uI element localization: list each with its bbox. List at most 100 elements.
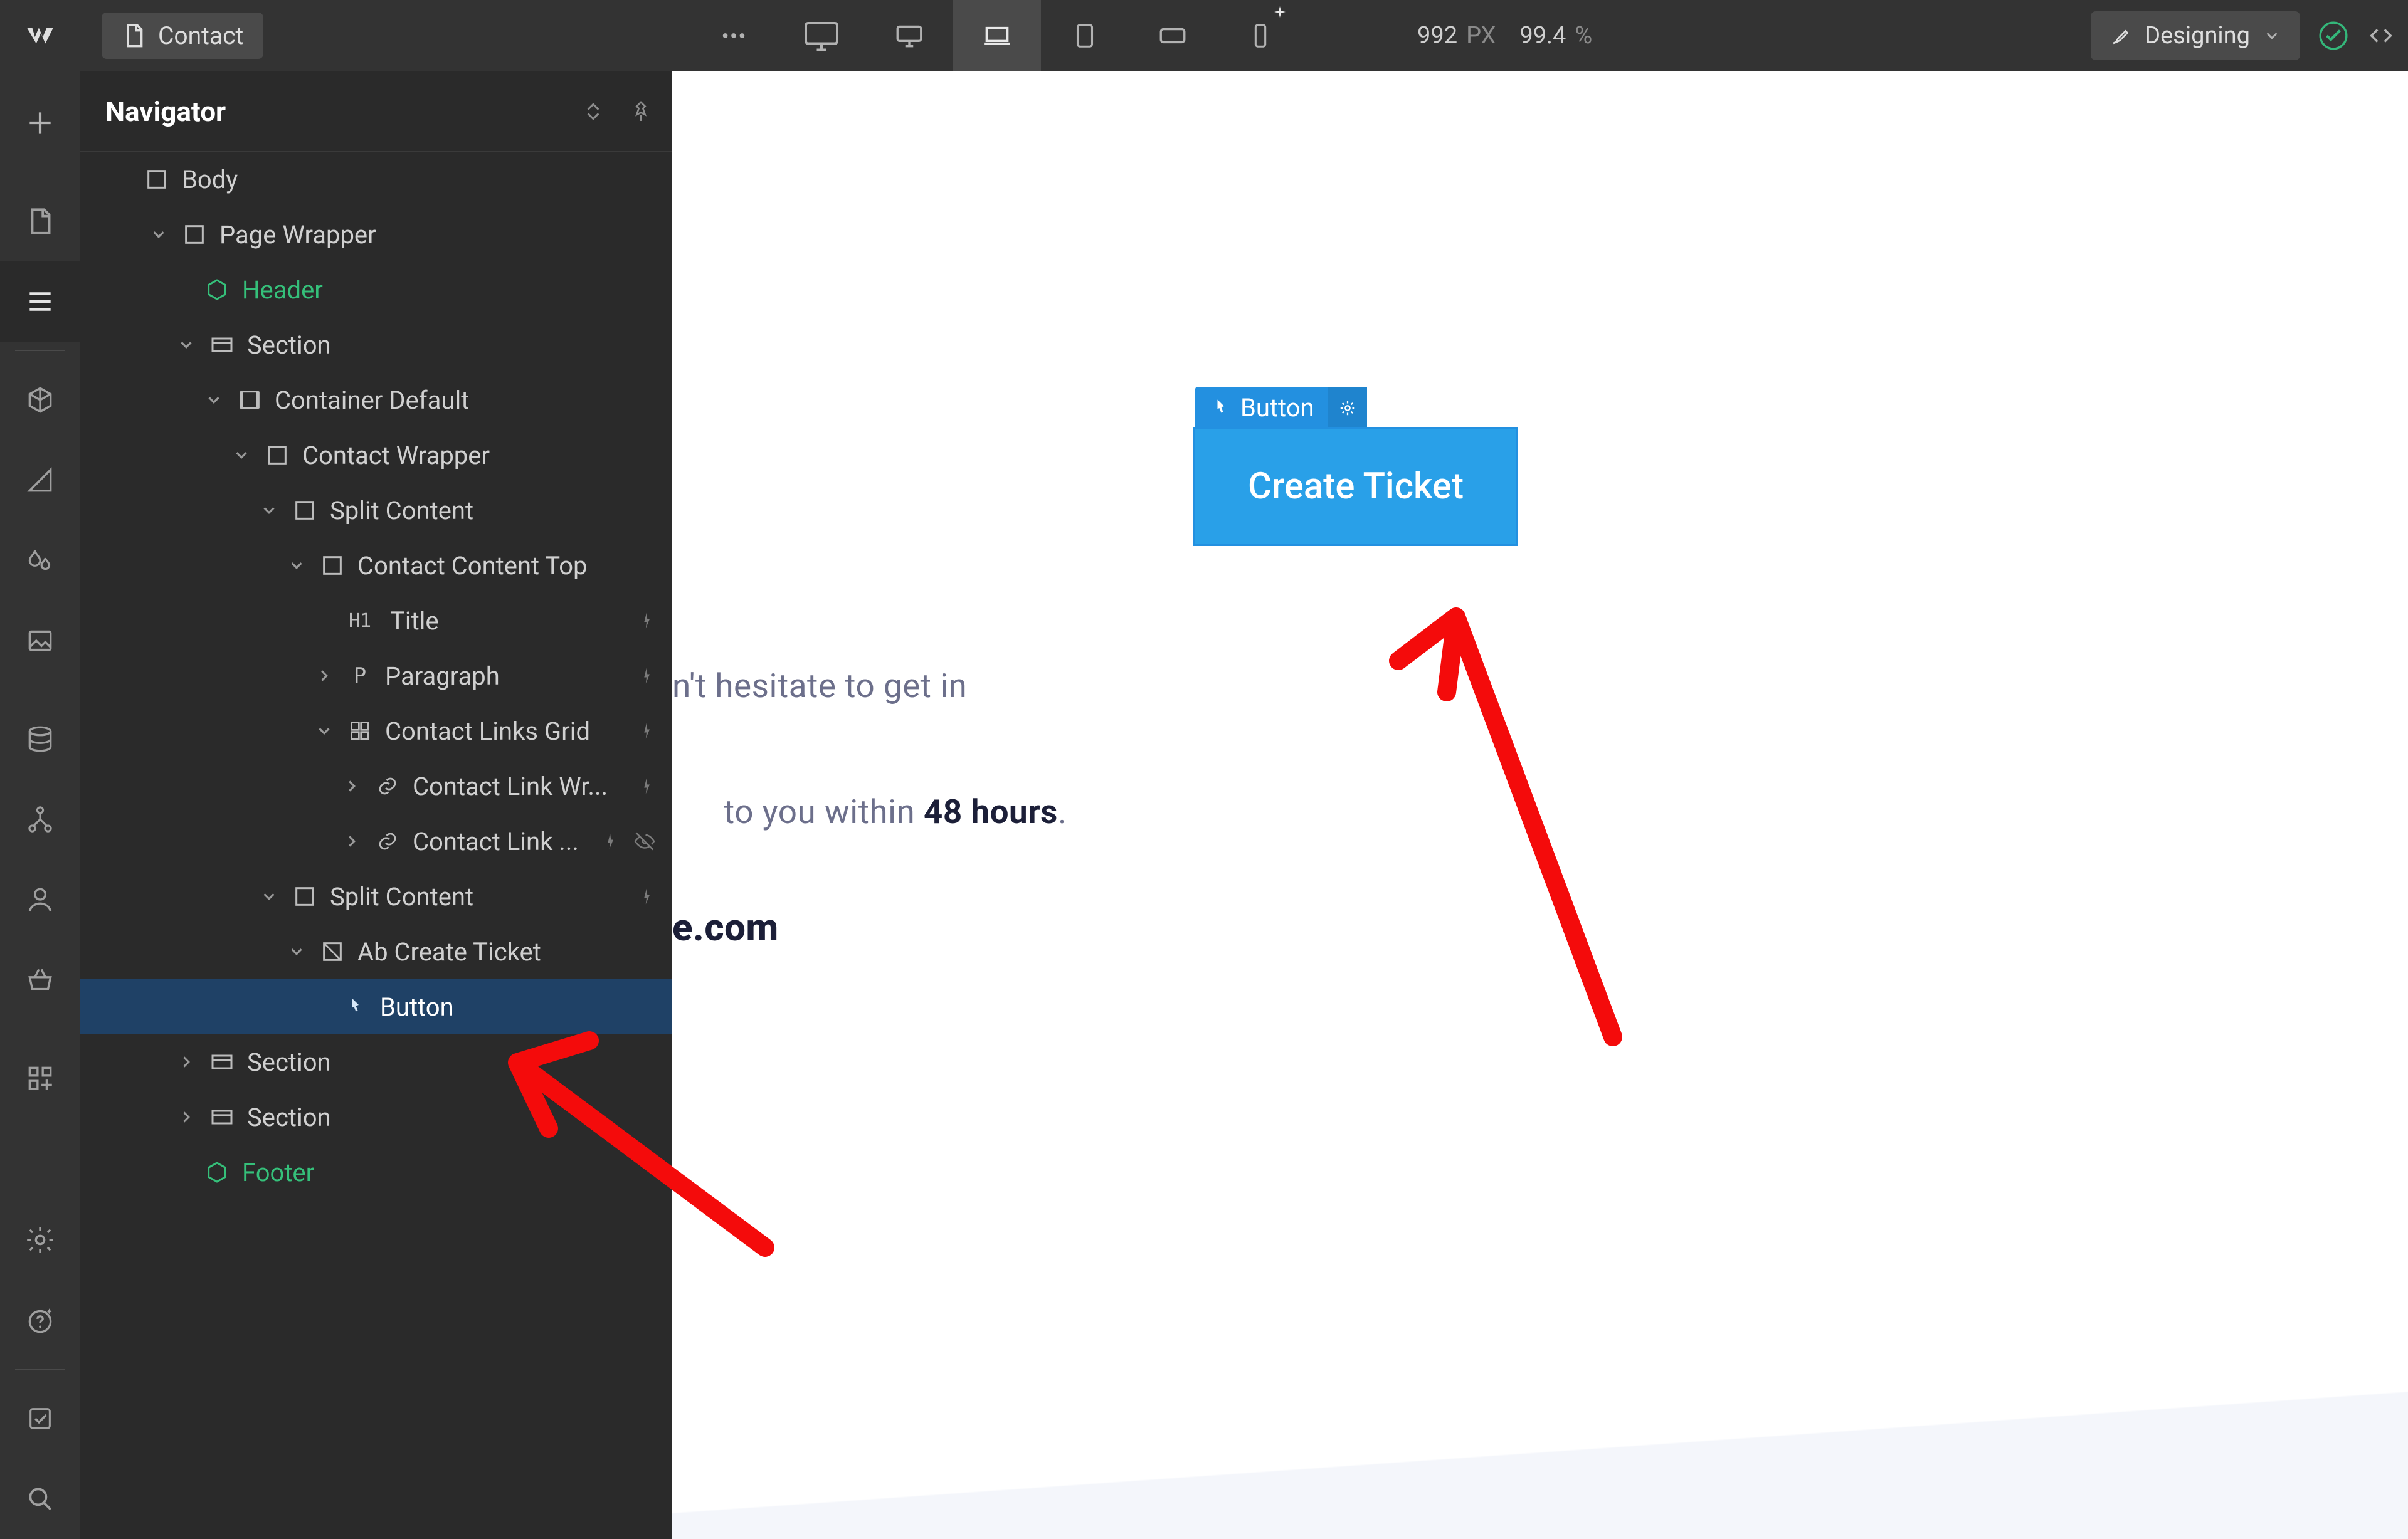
more-options-button[interactable] [690,0,778,71]
tree-row-section-3[interactable]: Section [80,1090,672,1145]
app-logo[interactable] [0,0,80,71]
expand-toggle[interactable] [176,1053,197,1071]
expand-toggle[interactable] [341,832,362,851]
hidden-icon [633,830,656,853]
contact-paragraph: n't hesitate to get in to you within 48 … [672,654,1067,907]
help-button[interactable] [0,1280,80,1360]
breakpoint-tablet-button[interactable] [953,0,1041,71]
expand-toggle[interactable] [176,335,197,354]
users-button[interactable] [0,859,80,940]
chevron-down-icon [260,501,278,520]
create-ticket-button[interactable]: Create Ticket [1195,429,1516,544]
phone-landscape-icon [1157,20,1188,51]
breakpoint-desktop-button[interactable] [865,0,953,71]
tree-row-contact-content-top[interactable]: Contact Content Top [80,538,672,593]
tree-row-footer-component[interactable]: Footer [80,1145,672,1200]
triangle-ruler-icon [24,465,56,496]
expand-toggle[interactable] [286,556,307,575]
expand-toggle[interactable] [286,942,307,961]
tree-label: Contact Content Top [357,551,587,580]
page-name: Contact [158,21,243,50]
apps-button[interactable] [0,1038,80,1118]
tree-row-split-content-1[interactable]: Split Content [80,483,672,538]
expand-toggle[interactable] [314,666,335,685]
ecommerce-button[interactable] [0,940,80,1020]
tree-label: Body [182,165,238,194]
pin-icon[interactable] [628,99,653,124]
expand-toggle[interactable] [258,887,280,906]
style-manager-button[interactable] [0,520,80,601]
collapse-all-icon[interactable] [581,99,606,124]
breakpoint-landscape-button[interactable] [1129,0,1217,71]
tree-row-paragraph[interactable]: P Paragraph [80,648,672,703]
expand-toggle[interactable] [314,722,335,740]
selection-settings-button[interactable] [1328,387,1367,429]
chevron-down-icon [315,722,334,740]
components-button[interactable] [0,360,80,440]
div-icon [291,498,319,523]
tree-row-ab-create-ticket[interactable]: Ab Create Ticket [80,924,672,979]
variables-button[interactable] [0,440,80,520]
mode-switch-button[interactable]: Designing [2091,11,2300,60]
interaction-icon [601,832,620,851]
logic-button[interactable] [0,779,80,859]
navigator-panel: Navigator Body Page Wrapper Header Secti… [80,71,672,1539]
expand-toggle[interactable] [341,777,362,796]
assets-button[interactable] [0,601,80,681]
interaction-icon [637,722,656,740]
phone-icon [1246,21,1275,50]
pointer-icon [1209,397,1232,419]
breakpoint-phone-button[interactable] [1217,0,1304,71]
tree-row-contact-link-wrapper-2[interactable]: Contact Link ... [80,814,672,869]
div-icon [263,443,291,468]
cms-button[interactable] [0,699,80,779]
tree-row-contact-link-wrapper[interactable]: Contact Link Wr... [80,759,672,814]
page-decoration [672,1376,2408,1539]
interaction-icon [637,666,656,685]
code-export-icon[interactable] [2367,21,2395,50]
checkbox-icon [26,1404,55,1433]
navigator-button[interactable] [0,261,80,342]
search-button[interactable] [0,1459,80,1539]
expand-toggle[interactable] [231,446,252,465]
tree-row-page-wrapper[interactable]: Page Wrapper [80,207,672,262]
pages-button[interactable] [0,181,80,261]
chevron-right-icon [342,777,361,796]
zoom-readout[interactable]: 992 PX 99.4 % [1417,0,1592,71]
tree-row-container-default[interactable]: Container Default [80,372,672,428]
expand-toggle[interactable] [148,225,169,244]
tree-row-title[interactable]: H1 Title [80,593,672,648]
breakpoint-portrait-button[interactable] [1041,0,1129,71]
div-icon [181,222,208,247]
expand-toggle[interactable] [203,391,224,409]
tree-row-section[interactable]: Section [80,317,672,372]
add-element-button[interactable] [0,83,80,163]
page-selector[interactable]: Contact [102,13,263,59]
expand-toggle[interactable] [258,501,280,520]
tree-row-split-content-2[interactable]: Split Content [80,869,672,924]
paragraph-icon: P [346,663,374,688]
breakpoint-desktop-xl-button[interactable] [778,0,865,71]
tree-row-header-component[interactable]: Header [80,262,672,317]
tree-row-contact-wrapper[interactable]: Contact Wrapper [80,428,672,483]
tree-row-contact-links-grid[interactable]: Contact Links Grid [80,703,672,759]
chevron-right-icon [177,1108,196,1127]
tree-row-section-2[interactable]: Section [80,1034,672,1090]
grid-icon [346,718,374,743]
tree-label: Header [242,275,323,305]
tree-label: Page Wrapper [219,220,376,249]
tree-row-button-selected[interactable]: Button [80,979,672,1034]
canvas[interactable]: n't hesitate to get in to you within 48 … [672,71,2408,1539]
settings-button[interactable] [0,1200,80,1280]
tree-row-body[interactable]: Body [80,152,672,207]
cube-icon [24,384,56,416]
paragraph-fragment: to you within [724,792,924,831]
expand-toggle[interactable] [176,1108,197,1127]
selection-tag-label[interactable]: Button [1195,387,1328,429]
audit-button[interactable] [0,1379,80,1459]
component-icon [203,277,231,302]
paragraph-bold: 48 hours [924,792,1058,831]
chevron-down-icon [287,942,306,961]
left-rail [0,71,80,1539]
status-saved-icon[interactable] [2318,20,2349,51]
